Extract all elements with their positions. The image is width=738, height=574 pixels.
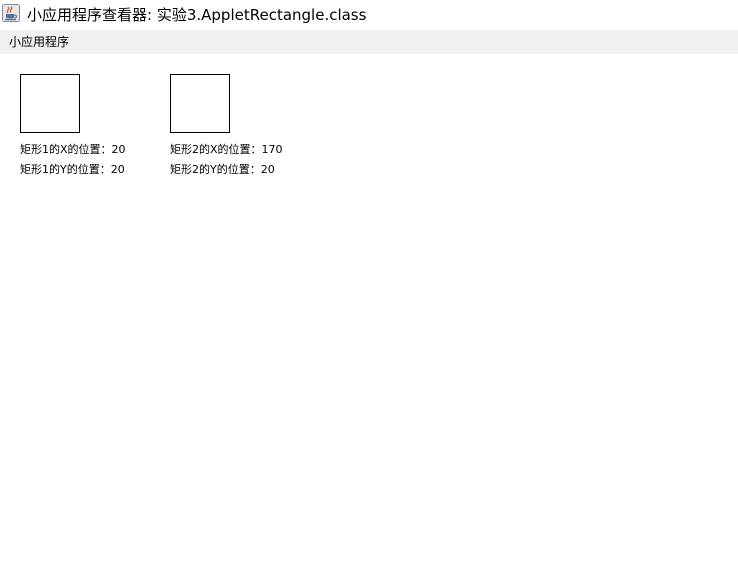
title-bar: 小应用程序查看器: 实验3.AppletRectangle.class xyxy=(0,0,738,30)
rectangle-2-x-label: 矩形2的X的位置：170 xyxy=(170,143,283,156)
rectangle-1 xyxy=(20,74,80,133)
applet-canvas: 矩形1的X的位置：20 矩形1的Y的位置：20 矩形2的X的位置：170 矩形2… xyxy=(0,54,738,574)
rectangle-1-x-label: 矩形1的X的位置：20 xyxy=(20,143,126,156)
menu-applet[interactable]: 小应用程序 xyxy=(9,34,69,50)
applet-viewer-window: 小应用程序查看器: 实验3.AppletRectangle.class 小应用程… xyxy=(0,0,738,574)
menu-bar: 小应用程序 xyxy=(0,30,738,54)
rectangle-2 xyxy=(170,74,230,133)
window-title: 小应用程序查看器: 实验3.AppletRectangle.class xyxy=(27,6,367,24)
java-coffee-cup-icon xyxy=(2,4,20,22)
rectangle-1-y-label: 矩形1的Y的位置：20 xyxy=(20,163,125,176)
rectangle-2-y-label: 矩形2的Y的位置：20 xyxy=(170,163,275,176)
